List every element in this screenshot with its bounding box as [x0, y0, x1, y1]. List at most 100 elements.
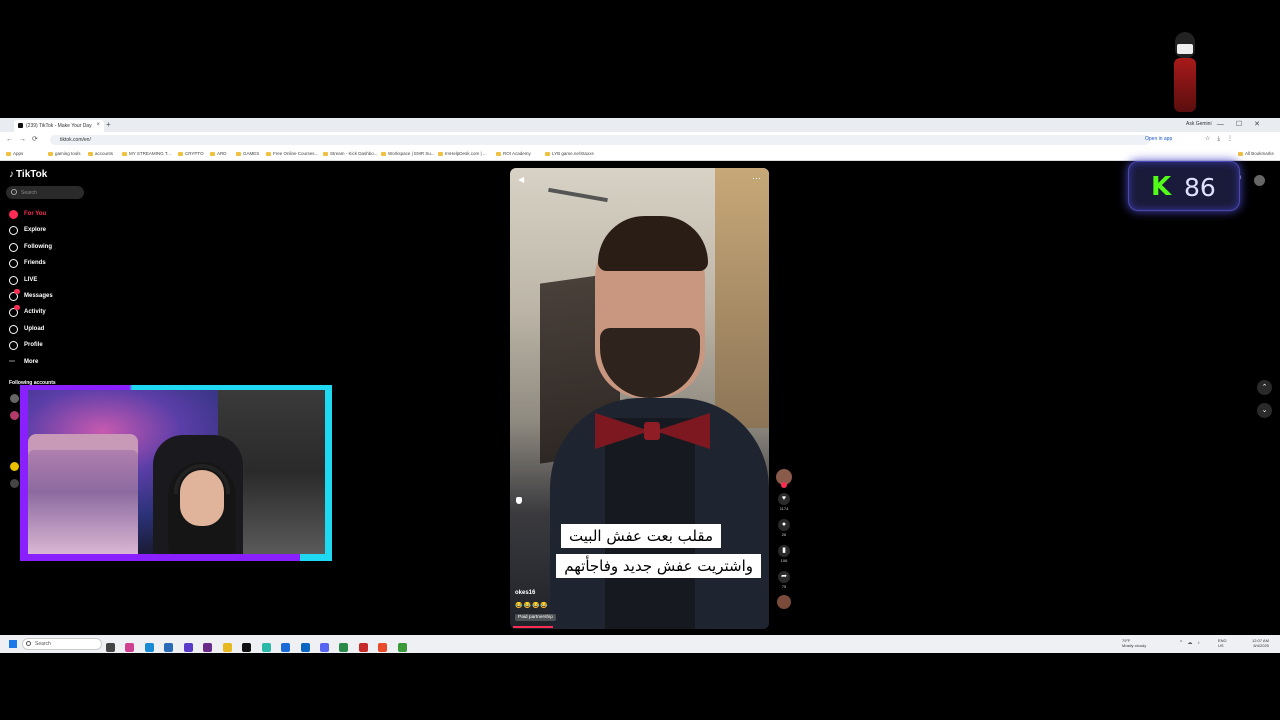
weather-widget[interactable]: 79°F Mostly cloudy — [1122, 638, 1146, 648]
bookmark-item[interactable]: Stream - Kick Dashbo... — [323, 151, 378, 156]
video-progress-bar[interactable] — [513, 626, 553, 628]
discord-icon[interactable] — [319, 643, 329, 652]
new-tab-button[interactable]: + — [106, 120, 111, 129]
open-in-app-button[interactable]: Open in app — [1145, 136, 1172, 142]
screen: (239) TikTok - Make Your Day × + —☐✕ Ask… — [0, 0, 1280, 720]
sidebar-item-upload[interactable]: Upload — [8, 322, 108, 338]
share-icon[interactable]: ➦ — [778, 571, 790, 583]
following-account-avatar[interactable] — [10, 411, 19, 420]
ask-gemini-button[interactable]: Ask Gemini — [1186, 121, 1212, 127]
file-explorer-icon[interactable] — [222, 643, 232, 652]
taskbar-apps — [106, 639, 413, 657]
clock[interactable]: 12:07 AM 8/4/2025 — [1252, 638, 1269, 648]
bookmark-item[interactable]: CRYPTO — [178, 151, 204, 156]
bookmark-item[interactable]: ImHelpDesk.com | ... — [438, 151, 487, 156]
app-icon[interactable] — [183, 643, 193, 652]
bookmark-item[interactable]: MY STREAMING T... — [122, 151, 171, 156]
brave-icon[interactable] — [378, 643, 388, 652]
bookmark-item[interactable]: ROI Academy — [496, 151, 531, 156]
sidebar-item-more[interactable]: ⋯ More — [8, 355, 108, 371]
save-action[interactable]: ▮ 106 — [776, 545, 792, 563]
edge-icon[interactable] — [144, 643, 154, 652]
address-bar-row: ←→⟳ tiktok.com/en/ Open in app ☆⤓⋮ — [0, 132, 1280, 148]
nav-buttons[interactable]: ←→⟳ — [6, 135, 44, 143]
bookmark-item[interactable]: LYB game.ne/Staxxs — [545, 151, 594, 156]
mail-icon[interactable] — [281, 643, 291, 652]
bookmark-item[interactable]: GAMES — [236, 151, 259, 156]
app-icon[interactable] — [203, 643, 213, 652]
sidebar-item-live[interactable]: LIVE — [8, 273, 108, 289]
search-icon — [26, 641, 31, 646]
more-options-icon[interactable]: ⋯ — [752, 174, 761, 183]
weather-desc: Mostly cloudy — [1122, 643, 1147, 648]
bookmark-item[interactable]: accounts — [88, 151, 113, 156]
previous-video-button[interactable]: ⌃ — [1257, 380, 1272, 395]
following-account-avatar[interactable] — [10, 479, 19, 488]
windows-start-icon[interactable] — [9, 640, 17, 648]
language-indicator[interactable]: ENG US — [1218, 638, 1227, 648]
app-icon[interactable] — [125, 643, 135, 652]
linkedin-icon[interactable] — [300, 643, 310, 652]
webcam-feed — [28, 390, 325, 554]
video-caption-line-2: واشتريت عفش جديد وفاجأتهم — [556, 554, 761, 578]
sidebar-item-label: Following — [24, 243, 52, 250]
sidebar-item-label: More — [24, 358, 39, 365]
taskbar-search[interactable]: Search — [22, 638, 102, 650]
sidebar-item-for-you[interactable]: For You — [8, 207, 108, 223]
bookmark-item[interactable]: ARD — [210, 151, 227, 156]
browser-toolbar-icons[interactable]: ☆⤓⋮ — [1205, 135, 1240, 143]
bookmark-item[interactable]: gaming tools — [48, 151, 81, 156]
activity-badge — [14, 305, 20, 311]
app-icon[interactable] — [358, 643, 368, 652]
next-video-button[interactable]: ⌄ — [1257, 403, 1272, 418]
app-icon[interactable] — [261, 643, 271, 652]
sidebar-item-activity[interactable]: Activity — [8, 305, 108, 321]
share-action[interactable]: ➦ 75 — [776, 571, 792, 589]
music-disc-icon[interactable] — [777, 595, 791, 609]
x-icon[interactable] — [242, 643, 252, 652]
compass-icon — [9, 226, 18, 236]
search-icon — [11, 189, 17, 195]
sidebar-item-friends[interactable]: Friends — [8, 256, 108, 272]
video-author[interactable]: okes16 — [515, 590, 535, 596]
sidebar-item-messages[interactable]: Messages — [8, 288, 108, 305]
following-account-avatar[interactable] — [10, 462, 19, 471]
volume-icon[interactable]: ◀ — [518, 176, 526, 184]
sidebar-item-label: For You — [24, 211, 47, 217]
following-account-avatar[interactable] — [10, 394, 19, 403]
bookmark-item[interactable]: Free Online Courses... — [266, 151, 318, 156]
bookmark-item[interactable]: Apps — [6, 151, 23, 156]
all-bookmarks-button[interactable]: All Bookmarks — [1238, 151, 1274, 156]
chrome-icon[interactable] — [339, 643, 349, 652]
sidebar-item-following[interactable]: Following — [8, 240, 108, 256]
heart-icon[interactable]: ♥ — [778, 493, 790, 505]
video-player[interactable]: ◀ ⋯ مقلب بعت عفش البيت واشتريت عفش جديد … — [510, 168, 769, 629]
bookmark-icon[interactable]: ▮ — [778, 545, 790, 557]
chrome-icon[interactable] — [397, 643, 407, 652]
sidebar-item-profile[interactable]: Profile — [8, 338, 108, 354]
comment-icon[interactable]: ● — [778, 519, 790, 531]
sidebar-nav: For You Explore Following Friends LIVE M… — [8, 207, 108, 371]
share-count: 75 — [781, 584, 787, 589]
browser-tab[interactable]: (239) TikTok - Make Your Day × — [14, 120, 104, 132]
sidebar-item-label: Explore — [24, 227, 47, 234]
task-view-icon[interactable] — [106, 643, 115, 652]
account-avatar[interactable] — [1254, 175, 1265, 186]
url-field[interactable]: tiktok.com/en/ — [50, 135, 1150, 145]
sidebar-item-explore[interactable]: Explore — [8, 223, 108, 239]
bookmarks-bar: Apps gaming tools accounts MY STREAMING … — [0, 148, 1280, 161]
save-count: 106 — [780, 558, 788, 563]
comment-action[interactable]: ● 26 — [776, 519, 792, 537]
system-tray-icons[interactable]: ^☁♪ — [1180, 640, 1205, 646]
taskbar-search-label: Search — [35, 641, 51, 647]
store-icon[interactable] — [164, 643, 174, 652]
like-action[interactable]: ♥ 1174 — [776, 493, 792, 511]
tiktok-logo[interactable]: ♪ TikTok — [9, 169, 47, 180]
video-description: 😂😂😂😂 — [515, 603, 549, 609]
follow-plus-icon[interactable] — [781, 482, 787, 488]
bookmark-item[interactable]: Workspace | EMR Su... — [381, 151, 435, 156]
close-tab-icon[interactable]: × — [96, 122, 100, 128]
search-input[interactable]: Search — [6, 186, 84, 199]
creator-avatar[interactable] — [776, 469, 792, 488]
window-controls[interactable]: —☐✕ — [1217, 120, 1272, 128]
